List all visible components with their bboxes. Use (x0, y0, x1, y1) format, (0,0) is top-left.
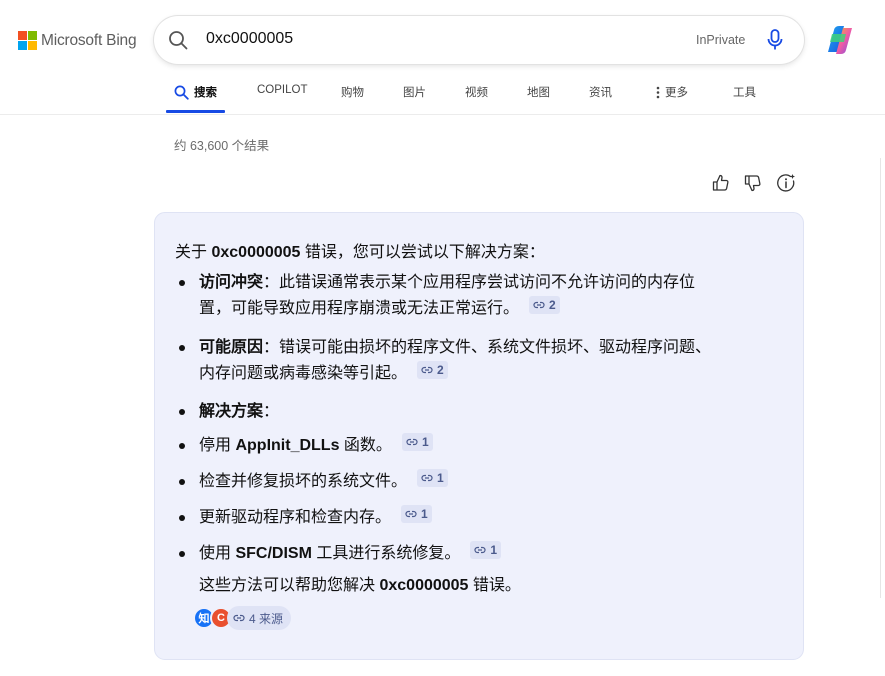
tab-label: 购物 (341, 87, 364, 99)
bullet-dot (179, 515, 185, 521)
search-box[interactable]: 0xc0000005 InPrivate (154, 16, 804, 64)
summary-suffix: 错误。 (472, 577, 521, 594)
sources-label: 4 来源 (249, 611, 284, 626)
copilot-icon[interactable] (822, 22, 858, 58)
bullet-dot (179, 551, 185, 557)
tab-label: 地图 (527, 87, 550, 99)
copilot-answer-card: 关于 0xc0000005 错误，您可以尝试以下解决方案： 访问冲突：此错误通常… (154, 212, 804, 660)
link-icon (474, 546, 486, 554)
tab-videos[interactable]: 视频 (465, 84, 488, 114)
search-input[interactable]: 0xc0000005 (206, 30, 293, 48)
microsoft-logo-icon (18, 31, 37, 50)
bullet-text: 检查并修复损坏的系统文件。 (199, 473, 408, 490)
thumbs-up-icon[interactable] (711, 173, 731, 193)
citation-badge[interactable]: 2 (417, 361, 448, 379)
link-icon (406, 438, 418, 446)
tab-label: 图片 (403, 87, 426, 99)
citation-count: 1 (421, 507, 428, 521)
tab-news[interactable]: 资讯 (589, 84, 612, 114)
citation-count: 2 (549, 298, 556, 312)
intro-prefix: 关于 (175, 244, 208, 261)
result-count: 约 63,600 个结果 (174, 139, 270, 153)
bing-logo[interactable]: Microsoft Bing (18, 31, 137, 50)
bullet-keyword: AppInit_DLLs (235, 437, 340, 454)
intro-error-code: 0xc0000005 (211, 244, 301, 261)
bullet-heading: 可能原因 (199, 339, 264, 356)
citation-badge[interactable]: 2 (529, 296, 560, 314)
tab-shopping[interactable]: 购物 (341, 84, 364, 114)
scrollbar-track[interactable] (880, 158, 881, 598)
bullet-text: 停用 (199, 437, 232, 454)
link-icon (233, 614, 245, 622)
bullet-keyword: SFC/DISM (235, 545, 312, 562)
link-icon (405, 510, 417, 518)
citation-badge[interactable]: 1 (417, 469, 448, 487)
tab-label: 更多 (665, 87, 688, 99)
bullet-dot (179, 443, 185, 449)
bullet-text: 置，可能导致应用程序崩溃或无法正常运行。 (199, 300, 520, 317)
bullet-text: ：此错误通常表示某个应用程序尝试访问不允许访问的内存位 (263, 274, 696, 291)
citation-badge[interactable]: 1 (401, 433, 433, 451)
microphone-icon[interactable] (765, 29, 785, 51)
citation-badge[interactable]: 1 (470, 541, 502, 559)
intro-suffix: 错误，您可以尝试以下解决方案： (304, 244, 545, 261)
tab-more[interactable]: 更多 (654, 84, 688, 114)
citation-count: 2 (437, 363, 444, 377)
inprivate-label[interactable]: InPrivate (696, 33, 745, 47)
bullet-text: ： (263, 403, 280, 420)
tab-label: 资讯 (589, 87, 612, 99)
citation-count: 1 (490, 543, 498, 557)
bullet-text: 使用 (199, 545, 232, 562)
summary-prefix: 这些方法可以帮助您解决 (199, 577, 376, 594)
tab-tools[interactable]: 工具 (733, 84, 756, 114)
tab-label: 视频 (465, 87, 488, 99)
info-icon[interactable] (776, 173, 796, 193)
thumbs-down-icon[interactable] (743, 173, 763, 193)
bullet-text: 更新驱动程序和检查内存。 (199, 509, 392, 526)
sources-pill[interactable]: 4 来源 (227, 606, 292, 630)
active-tab-indicator (166, 110, 225, 113)
search-icon (174, 85, 189, 100)
bullet-dot (179, 409, 185, 415)
bullet-text: 内存问题或病毒感染等引起。 (199, 365, 408, 382)
summary-error-code: 0xc0000005 (379, 577, 469, 594)
search-tabs: 搜索 COPILOT 购物 图片 视频 地图 资讯 更多 工具 (0, 84, 885, 114)
bullet-text: 工具进行系统修复。 (316, 545, 461, 562)
citation-count: 1 (437, 471, 444, 485)
tab-label: 搜索 (194, 87, 217, 99)
link-icon (421, 474, 433, 482)
bullet-heading: 访问冲突 (199, 274, 264, 291)
search-icon[interactable] (168, 30, 188, 50)
tab-label: 工具 (733, 87, 756, 99)
bullet-heading: 解决方案 (199, 403, 264, 420)
header-divider (0, 114, 885, 115)
bullet-text: ：错误可能由损坏的程序文件、系统文件损坏、驱动程序问题、 (263, 339, 712, 356)
answer-summary: 这些方法可以帮助您解决 0xc0000005 错误。 (199, 571, 521, 595)
bullet-dot (179, 280, 185, 286)
bullet-text: 函数。 (343, 437, 392, 454)
citation-count: 1 (421, 435, 429, 449)
citation-badge[interactable]: 1 (401, 505, 432, 523)
link-icon (421, 366, 433, 374)
logo-text: Microsoft Bing (41, 31, 137, 49)
link-icon (533, 301, 545, 309)
sources-button[interactable]: 知 C 4 来源 (193, 606, 292, 630)
answer-intro: 关于 0xc0000005 错误，您可以尝试以下解决方案： (175, 238, 545, 262)
tab-images[interactable]: 图片 (403, 84, 426, 114)
tab-copilot[interactable]: COPILOT (257, 84, 307, 114)
bullet-dot (179, 345, 185, 351)
tab-maps[interactable]: 地图 (527, 84, 550, 114)
bullet-dot (179, 479, 185, 485)
more-dots-icon (656, 86, 660, 99)
tab-label: COPILOT (257, 84, 308, 96)
